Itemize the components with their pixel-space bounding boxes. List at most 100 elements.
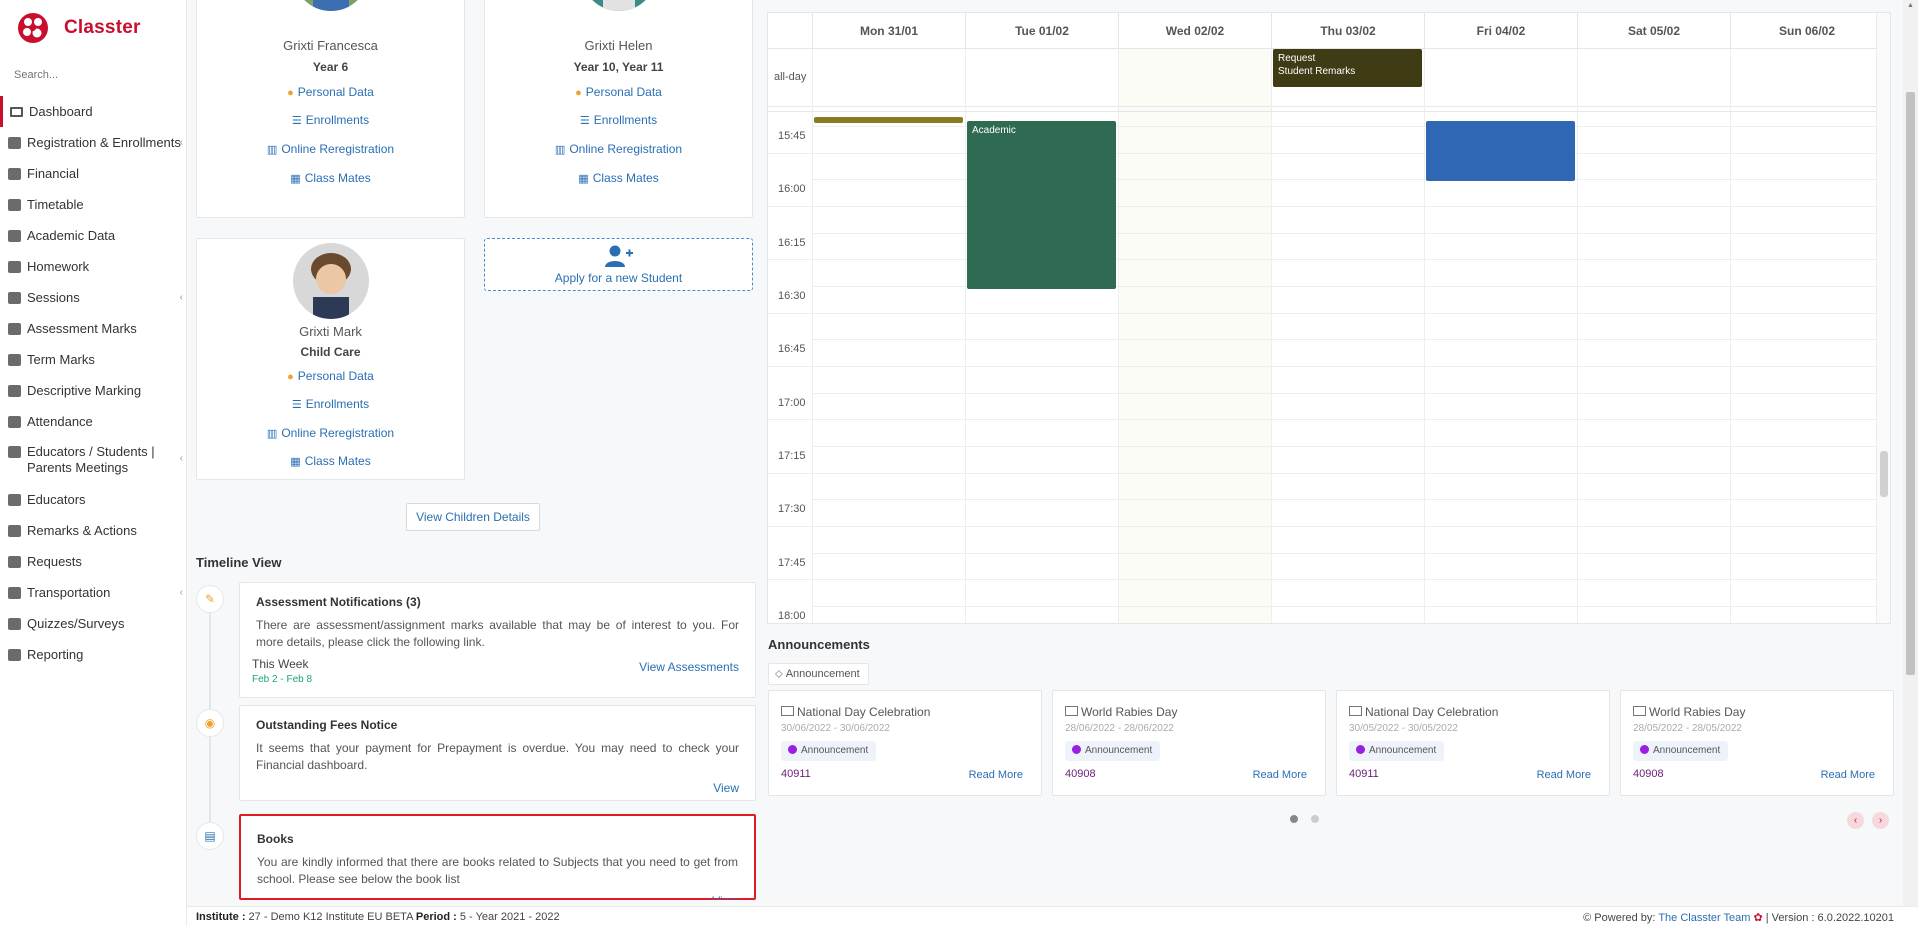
- class-mates-link[interactable]: ▦ Class Mates: [485, 171, 752, 185]
- personal-data-link[interactable]: ● Personal Data: [197, 85, 464, 99]
- search-input[interactable]: [14, 66, 174, 84]
- sidebar-item-label: Assessment Marks: [27, 320, 137, 336]
- carousel-dot[interactable]: [1311, 815, 1319, 823]
- badge-label: Announcement: [1085, 745, 1153, 756]
- read-more-link[interactable]: Read More: [1537, 769, 1591, 781]
- announcement-card[interactable]: World Rabies Day 28/06/2022 - 28/06/2022…: [1052, 690, 1326, 796]
- page-scrollbar[interactable]: ▲: [1903, 0, 1918, 910]
- calendar-event-academic[interactable]: Academic: [967, 121, 1116, 289]
- student-name: Grixti Francesca: [283, 38, 378, 53]
- announcement-filter-chip[interactable]: ⬦ Announcement: [768, 663, 869, 685]
- calendar-event[interactable]: [1426, 121, 1575, 181]
- sidebar-item-dashboard[interactable]: Dashboard: [0, 96, 187, 127]
- sidebar-item-requests[interactable]: Requests: [0, 546, 187, 577]
- time-label: 15:45: [778, 130, 806, 142]
- carousel-next-button[interactable]: ›: [1872, 812, 1889, 829]
- sidebar-item-reporting[interactable]: Reporting: [0, 639, 187, 670]
- announcement-card[interactable]: National Day Celebration 30/06/2022 - 30…: [768, 690, 1042, 796]
- link-label: Enrollments: [305, 397, 370, 411]
- allday-label: all-day: [774, 71, 807, 83]
- sidebar-item-financial[interactable]: Financial: [0, 158, 187, 189]
- sidebar-item-quizzes[interactable]: Quizzes/Surveys: [0, 608, 187, 639]
- sidebar-item-label: Timetable: [27, 196, 84, 212]
- class-mates-link[interactable]: ▦ Class Mates: [197, 171, 464, 185]
- scroll-up-icon[interactable]: ▲: [1907, 2, 1914, 9]
- sidebar-item-descriptive-marking[interactable]: Descriptive Marking: [0, 375, 187, 406]
- institute-label: Institute :: [196, 911, 246, 923]
- sidebar-item-label: Remarks & Actions: [27, 522, 137, 538]
- avatar[interactable]: [580, 0, 657, 11]
- link-label: Class Mates: [304, 171, 371, 185]
- avatar[interactable]: [292, 243, 369, 319]
- apply-new-student-button[interactable]: Apply for a new Student: [484, 238, 753, 291]
- sidebar-item-remarks-actions[interactable]: Remarks & Actions: [0, 515, 187, 546]
- calendar-day-header[interactable]: Wed 02/02: [1118, 13, 1271, 49]
- announcement-dates: 30/05/2022 - 30/05/2022: [1349, 723, 1458, 734]
- sidebar-item-term-marks[interactable]: Term Marks: [0, 344, 187, 375]
- avatar[interactable]: [292, 0, 369, 11]
- time-row-line: [812, 499, 1878, 500]
- calendar-day-header[interactable]: Mon 31/01: [812, 13, 965, 49]
- calendar-event-request[interactable]: Request Student Remarks: [1273, 49, 1422, 87]
- sidebar-item-homework[interactable]: Homework: [0, 251, 187, 282]
- carousel-prev-button[interactable]: ‹: [1847, 812, 1864, 829]
- sidebar-item-label: Dashboard: [29, 103, 93, 119]
- institution-icon: ▥: [266, 428, 278, 440]
- column-divider: [812, 49, 813, 623]
- student-card: Grixti Helen Year 10, Year 11 ● Personal …: [484, 0, 753, 218]
- calendar-day-header[interactable]: Tue 01/02: [965, 13, 1118, 49]
- personal-data-link[interactable]: ● Personal Data: [197, 369, 464, 383]
- sidebar-item-transportation[interactable]: Transportation ‹: [0, 577, 187, 608]
- envelope-icon: [1349, 706, 1362, 716]
- time-row-line: [812, 339, 1878, 340]
- online-reregistration-link[interactable]: ▥ Online Reregistration: [197, 426, 464, 440]
- calendar-day-header[interactable]: Sat 05/02: [1577, 13, 1730, 49]
- time-row-line: [812, 553, 1878, 554]
- time-label: 16:00: [778, 183, 806, 195]
- online-reregistration-link[interactable]: ▥ Online Reregistration: [485, 142, 752, 156]
- read-more-link[interactable]: Read More: [1821, 769, 1875, 781]
- view-books-link[interactable]: View: [712, 894, 738, 900]
- announcement-dates: 30/06/2022 - 30/06/2022: [781, 723, 890, 734]
- page-scrollbar-thumb[interactable]: [1906, 92, 1915, 675]
- view-children-details-button[interactable]: View Children Details: [406, 503, 540, 531]
- sidebar-item-sessions[interactable]: Sessions ‹: [0, 282, 187, 313]
- class-mates-link[interactable]: ▦ Class Mates: [197, 454, 464, 468]
- enrollments-link[interactable]: ☰ Enrollments: [197, 397, 464, 411]
- coins-icon: ◉: [196, 709, 224, 737]
- time-label: 17:45: [778, 557, 806, 569]
- calendar-day-header[interactable]: Thu 03/02: [1271, 13, 1424, 49]
- read-more-link[interactable]: Read More: [969, 769, 1023, 781]
- read-more-link[interactable]: Read More: [1253, 769, 1307, 781]
- sidebar-item-label: Homework: [27, 258, 90, 274]
- carousel-dot-active[interactable]: [1290, 815, 1298, 823]
- sidebar-item-educators[interactable]: Educators: [0, 484, 187, 515]
- view-assessments-link[interactable]: View Assessments: [639, 660, 739, 674]
- sidebar-item-attendance[interactable]: Attendance: [0, 406, 187, 437]
- sidebar-item-academic-data[interactable]: Academic Data: [0, 220, 187, 251]
- powered-label: Powered by:: [1594, 912, 1659, 924]
- announcement-card[interactable]: World Rabies Day 28/05/2022 - 28/05/2022…: [1620, 690, 1894, 796]
- personal-data-link[interactable]: ● Personal Data: [485, 85, 752, 99]
- sidebar-item-registration[interactable]: Registration & Enrollments ‹: [0, 127, 187, 158]
- calendar-scrollbar[interactable]: [1876, 13, 1890, 623]
- calendar-day-header[interactable]: Fri 04/02: [1424, 13, 1577, 49]
- online-reregistration-link[interactable]: ▥ Online Reregistration: [197, 142, 464, 156]
- view-fees-link[interactable]: View: [713, 781, 739, 795]
- brand-logo[interactable]: Classter: [16, 8, 141, 48]
- allday-separator: [768, 111, 1878, 112]
- sidebar-item-timetable[interactable]: Timetable: [0, 189, 187, 220]
- calendar-event[interactable]: [814, 117, 963, 123]
- enrollments-link[interactable]: ☰ Enrollments: [197, 113, 464, 127]
- version-text: | Version : 6.0.2022.10201: [1762, 912, 1894, 924]
- list-icon: ☰: [579, 115, 590, 127]
- chevron-left-icon: ‹: [179, 137, 183, 148]
- calendar-day-header[interactable]: Sun 06/02: [1730, 13, 1883, 49]
- calendar-scrollbar-thumb[interactable]: [1880, 451, 1888, 497]
- time-row-line: [768, 473, 1878, 474]
- enrollments-link[interactable]: ☰ Enrollments: [485, 113, 752, 127]
- sidebar-item-assessment-marks[interactable]: Assessment Marks: [0, 313, 187, 344]
- classter-team-link[interactable]: The Classter Team: [1658, 912, 1750, 924]
- announcement-card[interactable]: National Day Celebration 30/05/2022 - 30…: [1336, 690, 1610, 796]
- sidebar-item-meetings[interactable]: Educators / Students | Parents Meetings …: [0, 437, 187, 484]
